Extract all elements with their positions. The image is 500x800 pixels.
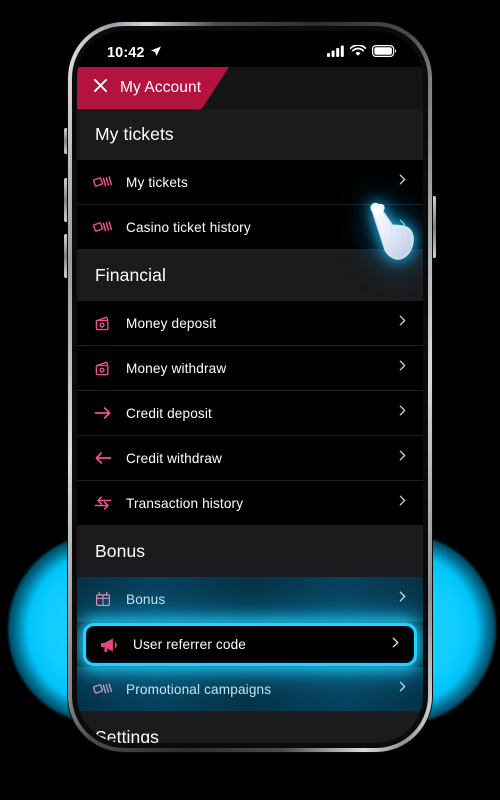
menu-row-label: Money deposit xyxy=(126,315,217,331)
phone-power-button xyxy=(432,196,436,258)
screenshot-stage: 10:42 My Account My tickets My tickets C… xyxy=(0,0,500,800)
status-bar-right xyxy=(327,44,397,62)
arrow-right-icon xyxy=(93,403,113,423)
chevron-right-icon xyxy=(396,679,409,699)
cellular-signal-icon xyxy=(327,44,344,62)
location-arrow-icon xyxy=(150,44,162,62)
arrows-exchange-icon xyxy=(93,493,113,513)
menu-row-money-withdraw[interactable]: Money withdraw xyxy=(77,346,423,391)
chevron-right-icon xyxy=(396,313,409,333)
section-header-bonus: Bonus xyxy=(77,526,423,577)
menu-row-bonus[interactable]: Bonus xyxy=(77,577,423,622)
page-title: My Account xyxy=(120,79,202,96)
menu-row-transaction-history[interactable]: Transaction history xyxy=(77,481,423,526)
menu-row-label: Credit withdraw xyxy=(126,450,222,466)
menu-row-label: Bonus xyxy=(126,591,166,607)
menu-row-money-deposit[interactable]: Money deposit xyxy=(77,301,423,346)
menu-row-credit-deposit[interactable]: Credit deposit xyxy=(77,391,423,436)
wallet-icon xyxy=(93,313,113,333)
menu-row-label: Casino ticket history xyxy=(126,219,251,235)
phone-bezel: 10:42 My Account My tickets My tickets C… xyxy=(72,26,428,748)
pointing-hand-cursor-icon xyxy=(365,201,423,273)
menu-row-promotional-campaigns[interactable]: Promotional campaigns xyxy=(77,667,423,712)
gift-icon xyxy=(93,589,113,609)
menu-row-user-referrer-code[interactable]: User referrer code xyxy=(83,623,417,666)
close-x-icon[interactable] xyxy=(92,77,109,99)
megaphone-icon xyxy=(100,635,120,655)
chevron-right-icon xyxy=(396,448,409,468)
status-bar-clock: 10:42 xyxy=(107,45,145,61)
menu-row-label: Money withdraw xyxy=(126,360,227,376)
menu-row-label: Promotional campaigns xyxy=(126,681,272,697)
chevron-right-icon xyxy=(389,635,402,655)
my-account-banner[interactable]: My Account xyxy=(77,67,229,109)
menu-row-my-tickets[interactable]: My tickets xyxy=(77,160,423,205)
wallet-icon xyxy=(93,358,113,378)
chevron-right-icon xyxy=(396,358,409,378)
section-header-my-tickets: My tickets xyxy=(77,109,423,160)
menu-row-label: User referrer code xyxy=(133,637,246,652)
wifi-icon xyxy=(349,44,367,62)
chevron-right-icon xyxy=(396,589,409,609)
arrow-left-icon xyxy=(93,448,113,468)
chevron-right-icon xyxy=(396,403,409,423)
menu-row-label: Transaction history xyxy=(126,495,244,511)
menu-row-credit-withdraw[interactable]: Credit withdraw xyxy=(77,436,423,481)
phone-screen: 10:42 My Account My tickets My tickets C… xyxy=(77,31,423,743)
status-bar-left: 10:42 xyxy=(107,44,162,62)
status-bar: 10:42 xyxy=(77,31,423,67)
battery-full-icon xyxy=(372,44,397,62)
chevron-right-icon xyxy=(396,172,409,192)
menu-row-label: Credit deposit xyxy=(126,405,212,421)
tickets-icon xyxy=(93,172,113,192)
app-header: My Account xyxy=(77,67,423,109)
tickets-icon xyxy=(93,679,113,699)
tickets-icon xyxy=(93,217,113,237)
account-menu-list[interactable]: My tickets My tickets Casino ticket hist… xyxy=(77,109,423,743)
section-header-settings: Settings xyxy=(77,712,423,743)
menu-row-label: My tickets xyxy=(126,174,188,190)
chevron-right-icon xyxy=(396,493,409,513)
phone-device-frame: 10:42 My Account My tickets My tickets C… xyxy=(68,22,432,752)
